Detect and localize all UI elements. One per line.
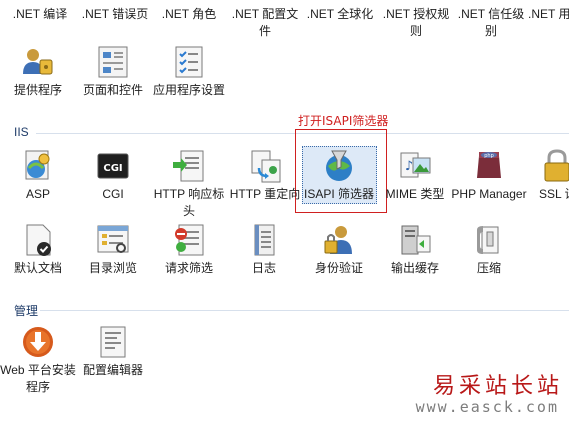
compression-icon <box>477 226 499 254</box>
tile-net-error-pages[interactable]: .NET 错误页 <box>77 6 153 23</box>
default-document-icon <box>26 224 51 256</box>
tile-providers[interactable]: 提供程序 <box>0 44 76 99</box>
tile-label: .NET 信任级别 <box>457 7 525 38</box>
tile-label: .NET 全球化 <box>306 7 374 21</box>
svg-text:php: php <box>484 153 494 159</box>
callout-annotation: 打开ISAPI筛选器 <box>298 114 389 128</box>
configuration-editor-icon <box>100 326 126 358</box>
iis-features-view: .NET 编译 .NET 错误页 .NET 角色 .NET 配置文件 .NET … <box>0 0 569 423</box>
ssl-settings-icon <box>544 149 569 182</box>
svg-text:♪: ♪ <box>405 159 413 174</box>
tile-php-manager[interactable]: php PHP Manager <box>451 148 527 203</box>
tile-configuration-editor[interactable]: 配置编辑器 <box>75 324 151 379</box>
tile-compression[interactable]: 压缩 <box>451 222 527 277</box>
tile-app-settings[interactable]: 应用程序设置 <box>151 44 227 99</box>
tile-default-document[interactable]: 默认文档 <box>0 222 76 277</box>
tile-ssl-settings[interactable]: SSL 设 <box>527 148 569 203</box>
tile-label: CGI <box>102 187 124 201</box>
http-response-headers-icon <box>173 150 204 182</box>
tile-directory-browsing[interactable]: 目录浏览 <box>75 222 151 277</box>
tile-request-filtering[interactable]: 请求筛选 <box>151 222 227 277</box>
web-platform-installer-icon <box>23 327 53 357</box>
tile-label: .NET 角色 <box>161 7 217 21</box>
tile-label: ISAPI 筛选器 <box>303 187 374 201</box>
tile-label: 压缩 <box>476 261 501 275</box>
tile-label: MIME 类型 <box>385 187 445 201</box>
tile-label: 提供程序 <box>13 83 62 97</box>
tile-asp[interactable]: ASP <box>0 148 76 203</box>
tile-label: 请求筛选 <box>164 261 213 275</box>
tile-net-trust-levels[interactable]: .NET 信任级别 <box>453 6 529 40</box>
tile-label: HTTP 响应标头 <box>153 187 225 218</box>
request-filtering-icon <box>175 224 204 256</box>
tile-output-caching[interactable]: 输出缓存 <box>377 222 453 277</box>
tile-label: HTTP 重定向 <box>229 187 301 201</box>
section-divider <box>40 310 569 311</box>
tile-label: 日志 <box>251 261 276 275</box>
tile-label: 应用程序设置 <box>152 83 225 97</box>
asp-icon <box>25 150 50 180</box>
tile-label: 默认文档 <box>13 261 62 275</box>
svg-text:CGI: CGI <box>103 163 122 174</box>
tile-label: .NET 错误页 <box>81 7 149 21</box>
tile-label: SSL 设 <box>539 187 569 201</box>
tile-label: .NET 用 <box>528 7 569 21</box>
tile-label: PHP Manager <box>451 187 527 201</box>
tile-net-profile[interactable]: .NET 配置文件 <box>226 6 304 40</box>
tile-label: 目录浏览 <box>88 261 137 275</box>
tile-label: Web 平台安装程序 <box>0 363 76 394</box>
tile-mime-types[interactable]: ♪ MIME 类型 <box>377 148 453 203</box>
tile-label: 输出缓存 <box>390 261 439 275</box>
tile-web-platform-installer[interactable]: Web 平台安装程序 <box>0 324 76 396</box>
tile-http-response-headers[interactable]: HTTP 响应标头 <box>151 148 227 220</box>
php-manager-icon: php <box>477 152 501 178</box>
isapi-filters-icon <box>326 150 352 181</box>
tile-label: ASP <box>25 187 50 201</box>
tile-label: 配置编辑器 <box>82 363 143 377</box>
tile-label: .NET 编译 <box>12 7 68 21</box>
tile-isapi-filters[interactable]: ISAPI 筛选器 <box>301 148 377 203</box>
tile-http-redirect[interactable]: HTTP 重定向 <box>227 148 303 203</box>
tile-net-globalization[interactable]: .NET 全球化 <box>302 6 378 23</box>
section-title-iis: IIS <box>14 125 29 139</box>
output-caching-icon <box>401 225 431 255</box>
tile-label: .NET 配置文件 <box>231 7 299 38</box>
tile-pages-controls[interactable]: 页面和控件 <box>75 44 151 99</box>
app-settings-icon <box>175 46 203 78</box>
tile-net-users[interactable]: .NET 用 <box>528 6 569 23</box>
tile-authentication[interactable]: 身份验证 <box>301 222 377 277</box>
watermark-site-name: 易采站长站 <box>432 374 563 399</box>
tile-label: 身份验证 <box>314 261 363 275</box>
pages-controls-icon <box>98 46 128 78</box>
tile-net-authorization[interactable]: .NET 授权规则 <box>378 6 454 40</box>
tile-label: .NET 授权规则 <box>382 7 450 38</box>
directory-browsing-icon <box>97 225 129 253</box>
cgi-icon: CGI <box>97 153 129 179</box>
mime-types-icon: ♪ <box>400 152 431 178</box>
providers-icon <box>23 49 53 75</box>
http-redirect-icon <box>251 150 281 183</box>
tile-logging[interactable]: 日志 <box>226 222 302 277</box>
tile-cgi[interactable]: CGI CGI <box>75 148 151 203</box>
watermark-url: www.easck.com <box>415 398 559 416</box>
tile-net-roles[interactable]: .NET 角色 <box>151 6 227 23</box>
logging-icon <box>254 224 275 256</box>
tile-label: 页面和控件 <box>82 83 143 97</box>
tile-net-compile[interactable]: .NET 编译 <box>2 6 78 23</box>
section-title-management: 管理 <box>14 304 39 318</box>
authentication-icon <box>324 226 352 254</box>
